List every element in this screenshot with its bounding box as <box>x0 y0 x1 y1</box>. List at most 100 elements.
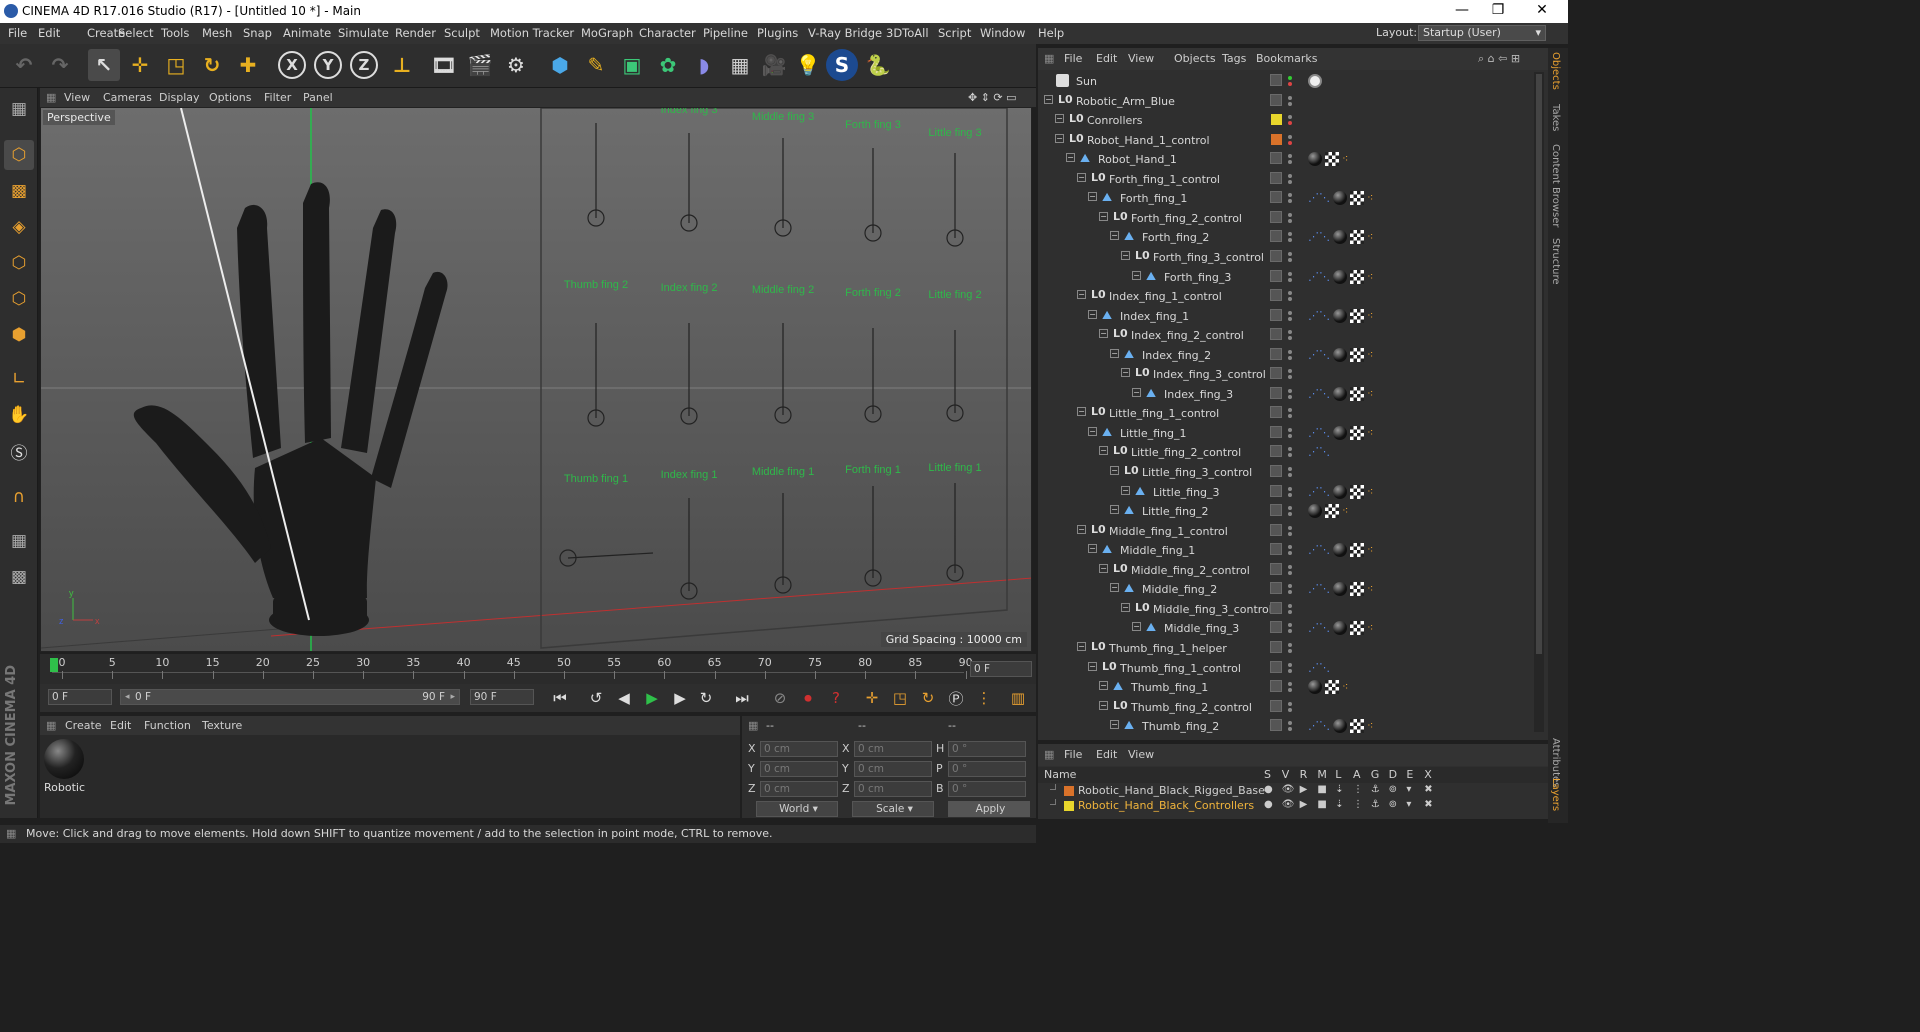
object-row[interactable]: − ⛰ Little_fing_2 ⁖ <box>1038 502 1533 522</box>
layer-toggle-icon[interactable]: ⋮ <box>1353 784 1363 795</box>
material-tag-icon[interactable] <box>1333 269 1347 284</box>
visibility-dots-icon[interactable] <box>1288 525 1293 536</box>
menu-window[interactable]: Window <box>980 26 1025 40</box>
menu-character[interactable]: Character <box>639 26 696 40</box>
render-view-icon[interactable]: 🎞 <box>428 49 460 81</box>
visibility-dots-icon[interactable] <box>1288 486 1293 497</box>
visibility-dots-icon[interactable] <box>1288 584 1293 595</box>
coord-value-field[interactable]: 0 cm <box>854 761 932 777</box>
expand-toggle-icon[interactable]: − <box>1099 700 1108 710</box>
undo-icon[interactable]: ↶ <box>8 49 40 81</box>
material-tag-icon[interactable] <box>1308 504 1322 519</box>
visibility-dots-icon[interactable] <box>1288 76 1293 86</box>
layer-menu-edit[interactable]: Edit <box>1096 748 1117 761</box>
texture-tag-icon[interactable] <box>1350 719 1364 734</box>
layer-swatch[interactable] <box>1270 562 1282 575</box>
layer-swatch[interactable] <box>1270 660 1282 673</box>
play-icon[interactable]: ▶ <box>640 687 664 709</box>
object-menu-objects[interactable]: Objects <box>1174 52 1216 65</box>
visibility-dots-icon[interactable] <box>1288 682 1293 693</box>
menu-edit[interactable]: Edit <box>38 26 60 40</box>
y-axis-lock-icon[interactable]: Y <box>314 51 342 79</box>
layer-toggle-icon[interactable]: ■ <box>1317 799 1326 810</box>
visibility-dots-icon[interactable] <box>1288 232 1293 243</box>
expand-toggle-icon[interactable]: − <box>1077 524 1086 534</box>
layer-swatch[interactable] <box>1270 230 1282 243</box>
object-row[interactable]: − ⛰ Forth_fing_2 ⋰⋱ ⁖ <box>1038 228 1533 248</box>
expand-toggle-icon[interactable]: − <box>1088 192 1097 202</box>
expand-toggle-icon[interactable]: − <box>1132 387 1141 397</box>
object-row[interactable]: − L0 Forth_fing_3_control <box>1038 248 1533 268</box>
object-row[interactable]: − L0 Thumb_fing_2_control <box>1038 698 1533 718</box>
layer-toggle-icon[interactable]: ⚓ <box>1371 784 1380 795</box>
close-button[interactable]: ✕ <box>1520 2 1564 18</box>
material-tag-icon[interactable] <box>1333 582 1347 597</box>
viewport-menu-panel[interactable]: Panel <box>303 91 333 104</box>
protection-tag-icon[interactable]: ⁖ <box>1367 387 1373 402</box>
object-row[interactable]: − ⛰ Little_fing_3 ⋰⋱ ⁖ <box>1038 483 1533 503</box>
object-row[interactable]: − L0 Forth_fing_2_control <box>1038 209 1533 229</box>
layer-toggle-icon[interactable]: ✖ <box>1424 799 1432 810</box>
select-tool-icon[interactable]: ↖ <box>88 49 120 81</box>
visibility-dots-icon[interactable] <box>1288 642 1293 653</box>
visibility-dots-icon[interactable] <box>1288 603 1293 614</box>
protection-tag-icon[interactable]: ⁖ <box>1342 152 1348 167</box>
material-menu-function[interactable]: Function <box>144 719 191 732</box>
menu-simulate[interactable]: Simulate <box>338 26 389 40</box>
layer-toggle-icon[interactable]: 👁 <box>1282 784 1295 795</box>
menu-render[interactable]: Render <box>395 26 436 40</box>
expand-toggle-icon[interactable]: − <box>1110 231 1119 241</box>
constraint-tag-icon[interactable]: ⋰⋱ <box>1308 230 1330 245</box>
maximize-button[interactable]: ❐ <box>1476 2 1520 18</box>
scale-tool-icon[interactable]: ◳ <box>160 49 192 81</box>
constraint-tag-icon[interactable]: ⋰⋱ <box>1308 621 1330 636</box>
texture-tag-icon[interactable] <box>1350 230 1364 245</box>
layer-toggle-icon[interactable]: ▾ <box>1406 784 1411 795</box>
object-menu-edit[interactable]: Edit <box>1096 52 1117 65</box>
object-row[interactable]: − L0 Little_fing_3_control <box>1038 463 1533 483</box>
coordinate-system-select[interactable]: World ▾ <box>756 801 838 817</box>
object-row[interactable]: − L0 Robotic_Arm_Blue <box>1038 92 1533 112</box>
object-row[interactable]: − L0 Little_fing_1_control <box>1038 404 1533 424</box>
visibility-dots-icon[interactable] <box>1288 95 1293 106</box>
visibility-dots-icon[interactable] <box>1288 115 1293 126</box>
layer-swatch[interactable] <box>1270 621 1282 634</box>
visibility-dots-icon[interactable] <box>1288 134 1293 145</box>
viewport-perspective[interactable]: Index fing 3 Middle fing 3 Forth fing 3 Lit… <box>40 107 1032 652</box>
visibility-dots-icon[interactable] <box>1288 251 1293 262</box>
object-row[interactable]: − ⛰ Little_fing_1 ⋰⋱ ⁖ <box>1038 424 1533 444</box>
playhead[interactable] <box>50 658 58 672</box>
viewport-menu-cameras[interactable]: Cameras <box>103 91 152 104</box>
protection-tag-icon[interactable]: ⁖ <box>1367 309 1373 324</box>
protection-tag-icon[interactable]: ⁖ <box>1367 348 1373 363</box>
apply-button[interactable]: Apply <box>948 801 1030 817</box>
solo-mode-icon[interactable]: Ⓢ <box>4 436 34 466</box>
coord-value-field[interactable]: 0 ° <box>948 761 1026 777</box>
expand-toggle-icon[interactable]: − <box>1110 466 1119 475</box>
coord-value-field[interactable]: 0 cm <box>854 781 932 797</box>
floor-icon[interactable]: ▦ <box>724 49 756 81</box>
coord-value-field[interactable]: 0 cm <box>760 781 838 797</box>
object-row[interactable]: − ⛰ Index_fing_2 ⋰⋱ ⁖ <box>1038 346 1533 366</box>
subdivision-surface-icon[interactable]: ▣ <box>616 49 648 81</box>
object-row[interactable]: − L0 Thumb_fing_1_control ⋰⋱ <box>1038 659 1533 679</box>
object-row[interactable]: − ⛰ Middle_fing_1 ⋰⋱ ⁖ <box>1038 541 1533 561</box>
protection-tag-icon[interactable]: ⁖ <box>1367 426 1373 441</box>
layer-toggle-icon[interactable]: ▶ <box>1300 799 1308 810</box>
coord-value-field[interactable]: 0 cm <box>760 761 838 777</box>
object-menu-tags[interactable]: Tags <box>1222 52 1246 65</box>
layout-select[interactable]: Startup (User) ▾ <box>1418 25 1546 41</box>
layer-menu-view[interactable]: View <box>1128 748 1154 761</box>
layer-toggle-icon[interactable]: ● <box>1264 799 1273 810</box>
protection-tag-icon[interactable]: ⁖ <box>1342 504 1348 519</box>
layer-swatch[interactable] <box>1270 74 1282 86</box>
expand-toggle-icon[interactable]: − <box>1121 485 1130 495</box>
coord-value-field[interactable]: 0 cm <box>854 741 932 757</box>
expand-toggle-icon[interactable]: − <box>1099 563 1108 573</box>
constraint-tag-icon[interactable]: ⋰⋱ <box>1308 348 1330 363</box>
recent-tool-icon[interactable]: ✚ <box>232 49 264 81</box>
visibility-dots-icon[interactable] <box>1288 623 1293 634</box>
visibility-dots-icon[interactable] <box>1288 701 1293 712</box>
previous-frame-icon[interactable]: ◀ <box>612 687 636 709</box>
model-mode-icon[interactable]: ⬡ <box>4 140 34 170</box>
